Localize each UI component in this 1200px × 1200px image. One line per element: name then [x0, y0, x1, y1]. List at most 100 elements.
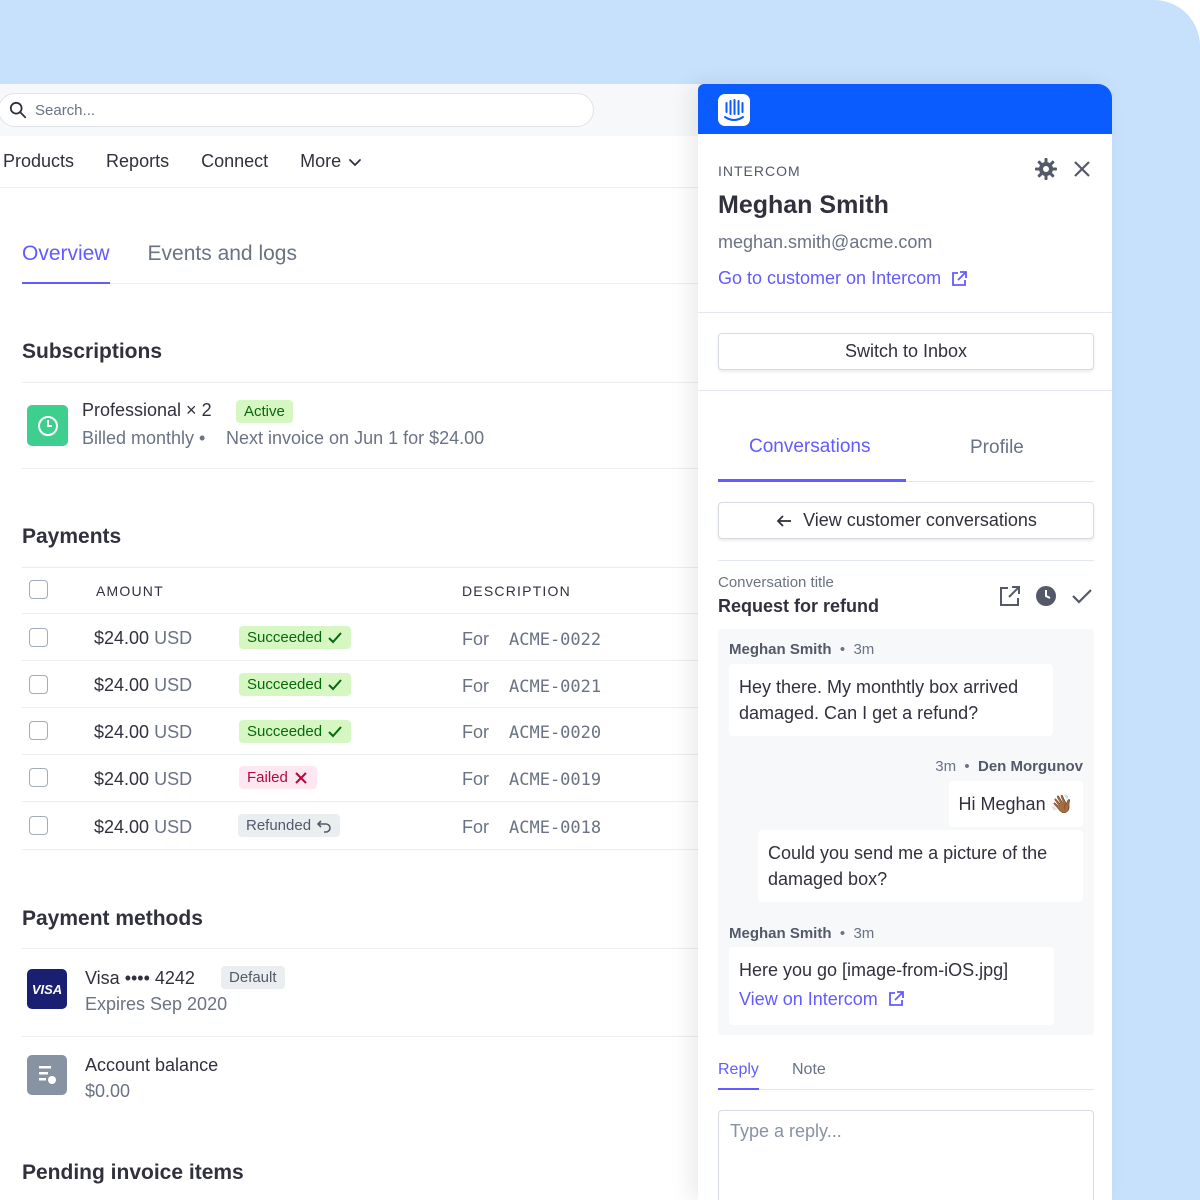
reply-input[interactable]: [718, 1110, 1094, 1200]
subscriptions-title: Subscriptions: [22, 340, 163, 363]
divider: [22, 801, 720, 802]
conversation-title: Request for refund: [718, 596, 880, 616]
amount-value: $24.00: [94, 722, 150, 742]
divider: [698, 312, 1112, 313]
description-prefix: For: [462, 629, 489, 649]
status-badge-active: Active: [236, 400, 293, 423]
row-checkbox[interactable]: [29, 816, 48, 835]
message-bubble: Hi Meghan 👋🏾: [948, 781, 1083, 827]
row-checkbox[interactable]: [29, 675, 48, 694]
check-icon: [328, 631, 342, 643]
nav-more[interactable]: More: [300, 151, 363, 172]
payment-amount[interactable]: $24.00 USD: [94, 817, 192, 838]
subscription-billing: Billed monthly •: [82, 428, 206, 448]
search-input[interactable]: [35, 101, 435, 119]
nav-reports[interactable]: Reports: [106, 151, 169, 172]
nav-products[interactable]: Products: [3, 151, 74, 172]
amount-value: $24.00: [94, 675, 150, 695]
intercom-logo-icon: [718, 94, 750, 126]
tab-profile[interactable]: Profile: [970, 437, 1024, 459]
tab-overview[interactable]: Overview: [22, 222, 110, 284]
amount-value: $24.00: [94, 817, 150, 837]
row-checkbox[interactable]: [29, 721, 48, 740]
panel-tabs: Conversations Profile: [718, 414, 1094, 482]
status-badge-failed: Failed: [239, 766, 317, 789]
divider: [22, 849, 720, 850]
message-author: Den Morgunov: [978, 758, 1083, 775]
divider: [22, 660, 720, 661]
divider: [22, 613, 720, 614]
payment-amount[interactable]: $24.00 USD: [94, 628, 192, 649]
external-link-icon: [888, 991, 904, 1006]
check-icon: [328, 678, 342, 690]
message-time: 3m: [853, 925, 875, 942]
check-icon[interactable]: [1070, 584, 1094, 608]
tab-conversations[interactable]: Conversations: [749, 436, 870, 458]
payment-amount[interactable]: $24.00 USD: [94, 675, 192, 696]
account-balance-value: $0.00: [85, 1081, 131, 1101]
nav-more-label: More: [300, 151, 342, 171]
amount-currency: USD: [154, 769, 193, 789]
subscription-clock-icon: [27, 405, 68, 446]
conversation-title-label: Conversation title: [718, 574, 834, 591]
payments-title: Payments: [22, 525, 122, 548]
card-expiry: Expires Sep 2020: [85, 994, 228, 1014]
view-on-intercom-label: View on Intercom: [739, 989, 878, 1009]
payment-amount[interactable]: $24.00 USD: [94, 769, 192, 790]
description-prefix: For: [462, 817, 489, 837]
customer-email: meghan.smith@acme.com: [718, 232, 933, 252]
description-id: ACME-0020: [509, 723, 602, 743]
search-bar: [0, 84, 720, 136]
snooze-clock-icon[interactable]: [1034, 584, 1058, 608]
customer-name: Meghan Smith: [718, 191, 889, 219]
amount-value: $24.00: [94, 628, 150, 648]
chevron-down-icon: [349, 158, 362, 166]
tab-note[interactable]: Note: [792, 1061, 826, 1079]
check-icon: [328, 725, 342, 737]
account-balance-label: Account balance: [85, 1055, 219, 1075]
status-label: Failed: [247, 769, 288, 786]
divider: [22, 468, 720, 469]
description-id: ACME-0021: [509, 677, 602, 697]
undo-arrow-icon: [316, 819, 331, 833]
card-name[interactable]: Visa •••• 4242: [85, 968, 195, 989]
divider: [22, 754, 720, 755]
status-label: Succeeded: [247, 629, 323, 646]
description-id: ACME-0018: [509, 818, 602, 838]
subscription-next-invoice: Next invoice on Jun 1 for $24.00: [226, 428, 485, 448]
view-on-intercom-link[interactable]: View on Intercom: [739, 986, 1044, 1012]
divider: [22, 1036, 720, 1037]
external-link-icon[interactable]: [998, 584, 1022, 608]
message-meta: Meghan Smith • 3m: [729, 925, 875, 942]
switch-to-inbox-button[interactable]: Switch to Inbox: [718, 333, 1094, 370]
message-bubble: Could you send me a picture of the damag…: [758, 830, 1083, 902]
go-to-customer-link[interactable]: Go to customer on Intercom: [718, 268, 968, 289]
status-label: Refunded: [246, 817, 312, 834]
select-all-checkbox[interactable]: [29, 580, 48, 599]
search-box[interactable]: [0, 93, 594, 127]
payment-amount[interactable]: $24.00 USD: [94, 722, 192, 743]
x-icon: [295, 771, 307, 784]
gear-icon[interactable]: [1034, 157, 1058, 181]
subscription-plan[interactable]: Professional × 2: [82, 400, 212, 421]
message-author: Meghan Smith: [729, 925, 832, 942]
tab-reply[interactable]: Reply: [718, 1061, 759, 1090]
close-icon[interactable]: [1072, 159, 1092, 179]
row-checkbox[interactable]: [29, 628, 48, 647]
view-customer-conversations-button[interactable]: View customer conversations: [718, 502, 1094, 539]
message-meta: 3m • Den Morgunov: [935, 758, 1083, 775]
balance-icon: [27, 1055, 67, 1095]
default-badge: Default: [221, 966, 285, 989]
go-to-customer-label: Go to customer on Intercom: [718, 268, 942, 288]
intercom-panel: INTERCOM Meghan Smith meghan.smith@acme.…: [698, 84, 1112, 1200]
nav-connect[interactable]: Connect: [201, 151, 268, 172]
external-link-icon: [952, 270, 967, 286]
top-nav: Products Reports Connect More: [0, 136, 720, 188]
search-icon: [9, 101, 27, 119]
dashboard-app: Products Reports Connect More Overview E…: [0, 84, 720, 1200]
tab-events-and-logs[interactable]: Events and logs: [148, 222, 297, 284]
amount-currency: USD: [154, 675, 193, 695]
description-id: ACME-0022: [509, 630, 602, 650]
message-author: Meghan Smith: [729, 641, 832, 658]
row-checkbox[interactable]: [29, 768, 48, 787]
